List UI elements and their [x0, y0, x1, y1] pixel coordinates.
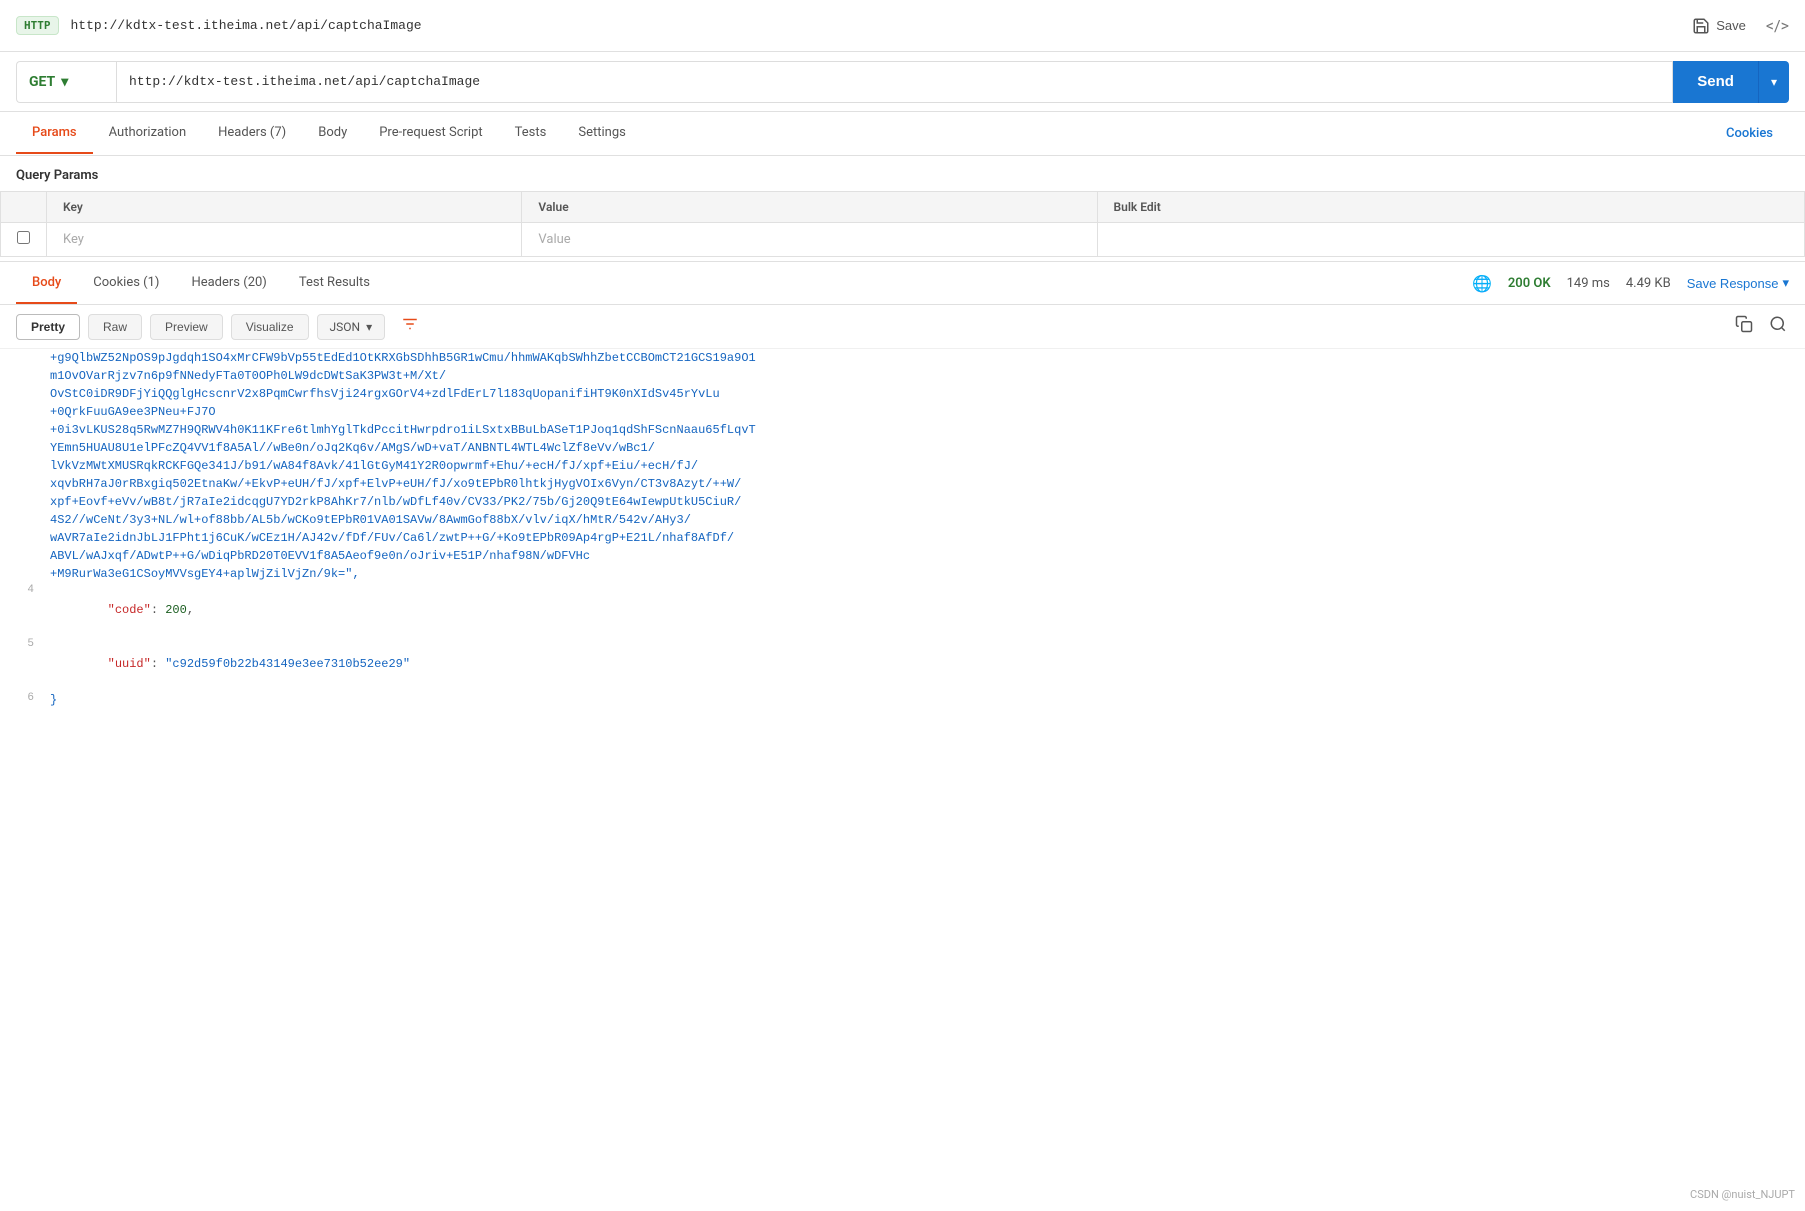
http-badge: HTTP [16, 16, 59, 35]
save-button[interactable]: Save [1692, 17, 1746, 35]
code-line: YEmn5HUAU8U1elPFcZQ4VV1f8A5Al//wBe0n/oJq… [0, 439, 1805, 457]
response-status-area: 🌐 200 OK 149 ms 4.49 KB Save Response ▾ [1472, 274, 1789, 293]
code-line: +g9QlbWZ52NpOS9pJgdqh1SO4xMrCFW9bVp55tEd… [0, 349, 1805, 367]
tab-body[interactable]: Body [302, 113, 363, 154]
top-bar: HTTP http://kdtx-test.itheima.net/api/ca… [0, 0, 1805, 52]
tab-params[interactable]: Params [16, 113, 93, 154]
save-icon [1692, 17, 1710, 35]
copy-icon-button[interactable] [1733, 313, 1755, 340]
resp-tab-headers[interactable]: Headers (20) [175, 263, 282, 304]
tab-pre-request-script[interactable]: Pre-request Script [363, 113, 498, 154]
resp-tab-body[interactable]: Body [16, 263, 77, 304]
tab-headers[interactable]: Headers (7) [202, 113, 302, 154]
resp-tab-cookies[interactable]: Cookies (1) [77, 263, 175, 304]
code-view: +g9QlbWZ52NpOS9pJgdqh1SO4xMrCFW9bVp55tEd… [0, 349, 1805, 729]
filter-icon [401, 315, 419, 333]
copy-icon [1735, 315, 1753, 333]
status-badge: 200 OK [1508, 276, 1551, 291]
filter-icon-button[interactable] [393, 313, 427, 340]
value-cell[interactable]: Value [522, 223, 1097, 257]
tab-settings[interactable]: Settings [562, 113, 641, 154]
save-response-button[interactable]: Save Response ▾ [1687, 275, 1789, 291]
search-icon [1769, 315, 1787, 333]
code-line: OvStC0iDR9DFjYiQQglgHcscnrV2x8PqmCwrfhsV… [0, 385, 1805, 403]
code-line-4: 4 "code": 200, [0, 583, 1805, 637]
toolbar-icons [1733, 313, 1789, 340]
col-checkbox [1, 192, 47, 223]
col-bulk-edit[interactable]: Bulk Edit [1097, 192, 1805, 223]
code-line: +0i3vLKUS28q5RwMZ7H9QRWV4h0K11KFre6tlmhY… [0, 421, 1805, 439]
query-params-title: Query Params [0, 156, 1805, 191]
top-url: http://kdtx-test.itheima.net/api/captcha… [71, 18, 1681, 33]
param-checkbox[interactable] [17, 231, 30, 244]
format-chevron-icon: ▾ [366, 320, 372, 334]
search-icon-button[interactable] [1767, 313, 1789, 340]
code-line-5: 5 "uuid": "c92d59f0b22b43149e3ee7310b52e… [0, 637, 1805, 691]
code-line: wAVR7aIe2idnJbLJ1FPht1j6CuK/wCEz1H/AJ42v… [0, 529, 1805, 547]
bulk-actions-cell [1097, 223, 1805, 257]
resp-tab-test-results[interactable]: Test Results [283, 263, 386, 304]
request-bar: GET ▾ Send ▾ [0, 52, 1805, 112]
params-table: Key Value Bulk Edit Key Value [0, 191, 1805, 257]
code-line: xqvbRH7aJ0rRBxgiq502EtnaKw/+EkvP+eUH/fJ/… [0, 475, 1805, 493]
row-checkbox[interactable] [1, 223, 47, 257]
response-time: 149 ms [1567, 276, 1610, 291]
method-selector[interactable]: GET ▾ [16, 61, 116, 103]
tab-tests[interactable]: Tests [499, 113, 563, 154]
raw-button[interactable]: Raw [88, 314, 142, 340]
code-line: m1OvOVarRjzv7n6p9fNNedyFTa0T0OPh0LW9dcDW… [0, 367, 1805, 385]
watermark: CSDN @nuist_NJUPT [1690, 1188, 1795, 1201]
code-line: +0QrkFuuGA9ee3PNeu+FJ7O [0, 403, 1805, 421]
code-line-6: 6 } [0, 691, 1805, 709]
code-line: ABVL/wAJxqf/ADwtP++G/wDiqPbRD20T0EVV1f8A… [0, 547, 1805, 565]
response-tabs-bar: Body Cookies (1) Headers (20) Test Resul… [0, 261, 1805, 305]
code-line: lVkVzMWtXMUSRqkRCKFGQe341J/b91/wA84f8Avk… [0, 457, 1805, 475]
code-line: +M9RurWa3eG1CSoyMVVsgEY4+aplWjZilVjZn/9k… [0, 565, 1805, 583]
send-button-group: Send ▾ [1673, 61, 1789, 103]
col-key: Key [47, 192, 522, 223]
table-row: Key Value [1, 223, 1805, 257]
col-value: Value [522, 192, 1097, 223]
globe-icon: 🌐 [1472, 274, 1492, 293]
format-bar: Pretty Raw Preview Visualize JSON ▾ [0, 305, 1805, 349]
send-button[interactable]: Send [1673, 61, 1759, 103]
preview-button[interactable]: Preview [150, 314, 223, 340]
request-tabs-bar: Params Authorization Headers (7) Body Pr… [0, 112, 1805, 156]
tab-authorization[interactable]: Authorization [93, 113, 203, 154]
key-cell[interactable]: Key [47, 223, 522, 257]
code-line: 4S2//wCeNt/3y3+NL/wl+of88bb/AL5b/wCKo9tE… [0, 511, 1805, 529]
visualize-button[interactable]: Visualize [231, 314, 309, 340]
tab-cookies[interactable]: Cookies [1710, 114, 1789, 153]
send-dropdown-button[interactable]: ▾ [1759, 61, 1789, 103]
pretty-button[interactable]: Pretty [16, 314, 80, 340]
code-icon: </> [1766, 16, 1789, 35]
save-response-chevron-icon: ▾ [1782, 275, 1789, 291]
code-line: xpf+Eovf+eVv/wB8t/jR7aIe2idcqgU7YD2rkP8A… [0, 493, 1805, 511]
response-size: 4.49 KB [1626, 276, 1671, 291]
url-input[interactable] [116, 61, 1673, 103]
method-label: GET [29, 74, 55, 90]
format-selector[interactable]: JSON ▾ [317, 314, 386, 340]
method-chevron-icon: ▾ [61, 74, 68, 90]
